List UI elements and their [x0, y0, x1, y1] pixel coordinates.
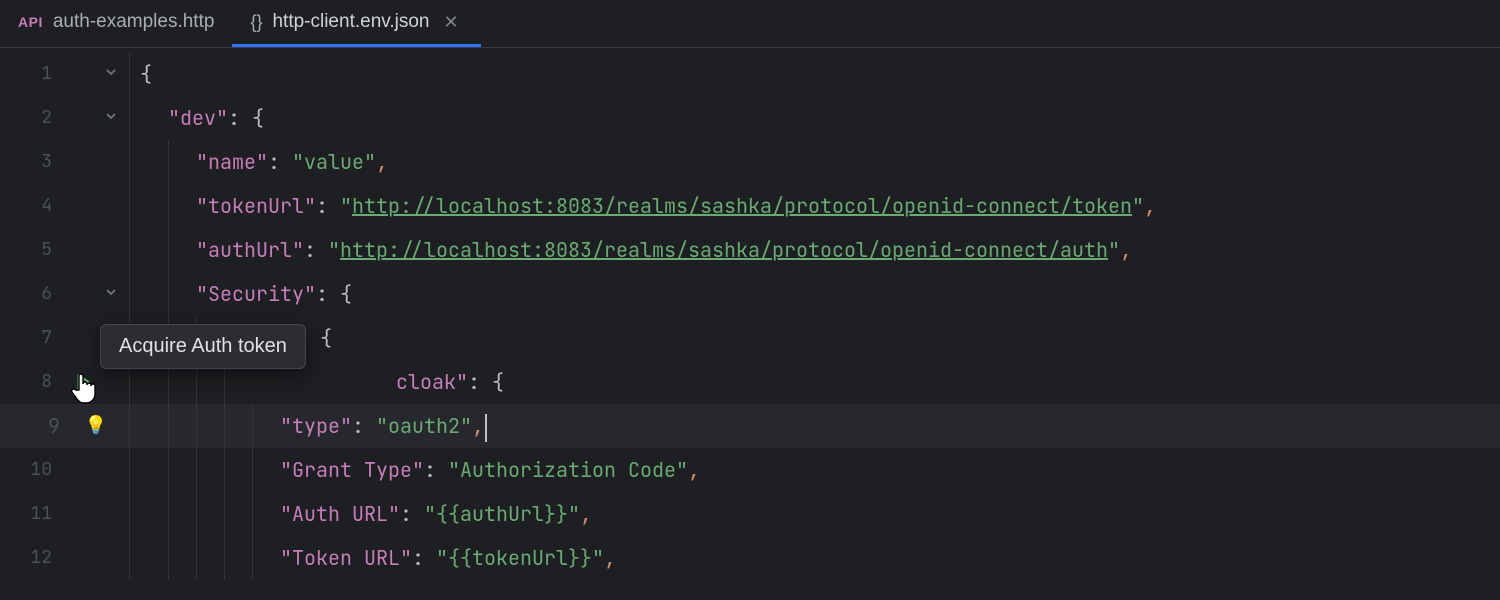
code-line[interactable]: 4 "tokenUrl": "http://localhost:8083/real…	[0, 184, 1500, 228]
url-link[interactable]: http://localhost:8083/realms/sashka/prot…	[352, 193, 1132, 219]
line-number: 12	[0, 536, 70, 580]
gutter	[70, 492, 130, 536]
line-number: 7	[0, 316, 70, 360]
line-number: 2	[0, 96, 70, 140]
code-content[interactable]: "Auth URL": "{{authUrl}}",	[130, 492, 592, 536]
code-line[interactable]: 6 "Security": {	[0, 272, 1500, 316]
gutter	[70, 52, 130, 96]
tab-label: http-client.env.json	[272, 11, 429, 33]
gutter: 9💡	[0, 404, 130, 448]
line-number: 8	[0, 360, 70, 404]
url-link[interactable]: http://localhost:8083/realms/sashka/prot…	[340, 237, 1108, 263]
api-file-icon: API	[18, 14, 43, 30]
code-editor[interactable]: 1{2"dev": {3"name": "value",4"tokenUrl":…	[0, 48, 1500, 580]
tab-auth-examples[interactable]: API auth-examples.http	[0, 0, 232, 47]
code-content[interactable]: "Grant Type": "Authorization Code",	[130, 448, 700, 492]
code-line[interactable]: 9💡"type": "oauth2",	[0, 404, 1500, 448]
code-line[interactable]: 10 "Grant Type": "Authorization Code",	[0, 448, 1500, 492]
tab-label: auth-examples.http	[53, 11, 215, 33]
gutter	[70, 228, 130, 272]
line-number: 5	[0, 228, 70, 272]
gutter	[70, 272, 130, 316]
code-content[interactable]: "name": "value",	[130, 140, 388, 184]
code-content[interactable]: {	[130, 52, 152, 96]
text-caret	[485, 414, 487, 442]
line-number: 11	[0, 492, 70, 536]
gutter	[70, 184, 130, 228]
pointer-cursor-icon	[70, 370, 100, 412]
gutter	[70, 536, 130, 580]
code-line[interactable]: 12 "Token URL": "{{tokenUrl}}",	[0, 536, 1500, 580]
gutter	[70, 96, 130, 140]
code-content[interactable]: "dev": {	[130, 96, 264, 140]
fold-chevron-icon[interactable]	[105, 96, 117, 140]
line-number: 6	[0, 272, 70, 316]
line-number: 10	[0, 448, 70, 492]
close-icon[interactable]: ✕	[439, 12, 462, 33]
code-line[interactable]: 11 "Auth URL": "{{authUrl}}",	[0, 492, 1500, 536]
code-content[interactable]: "tokenUrl": "http://localhost:8083/realm…	[130, 184, 1156, 228]
code-line[interactable]: 1{	[0, 52, 1500, 96]
fold-chevron-icon[interactable]	[105, 52, 117, 96]
code-line[interactable]: 3 "name": "value",	[0, 140, 1500, 184]
line-number: 1	[0, 52, 70, 96]
code-content[interactable]: "authUrl": "http://localhost:8083/realms…	[130, 228, 1132, 272]
gutter-action-tooltip: Acquire Auth token	[100, 324, 306, 369]
code-line[interactable]: 2 "dev": {	[0, 96, 1500, 140]
code-line[interactable]: 5 "authUrl": "http://localhost:8083/realm…	[0, 228, 1500, 272]
code-content[interactable]: "type": "oauth2",	[130, 404, 487, 448]
line-number: 3	[0, 140, 70, 184]
gutter	[70, 140, 130, 184]
line-number: 4	[0, 184, 70, 228]
code-content[interactable]: "Token URL": "{{tokenUrl}}",	[130, 536, 616, 580]
gutter	[70, 448, 130, 492]
json-file-icon: {}	[250, 12, 262, 33]
fold-chevron-icon[interactable]	[105, 272, 117, 316]
code-content[interactable]: "Security": {	[130, 272, 352, 316]
tab-bar: API auth-examples.http {} http-client.en…	[0, 0, 1500, 48]
tab-http-client-env[interactable]: {} http-client.env.json ✕	[232, 0, 480, 47]
